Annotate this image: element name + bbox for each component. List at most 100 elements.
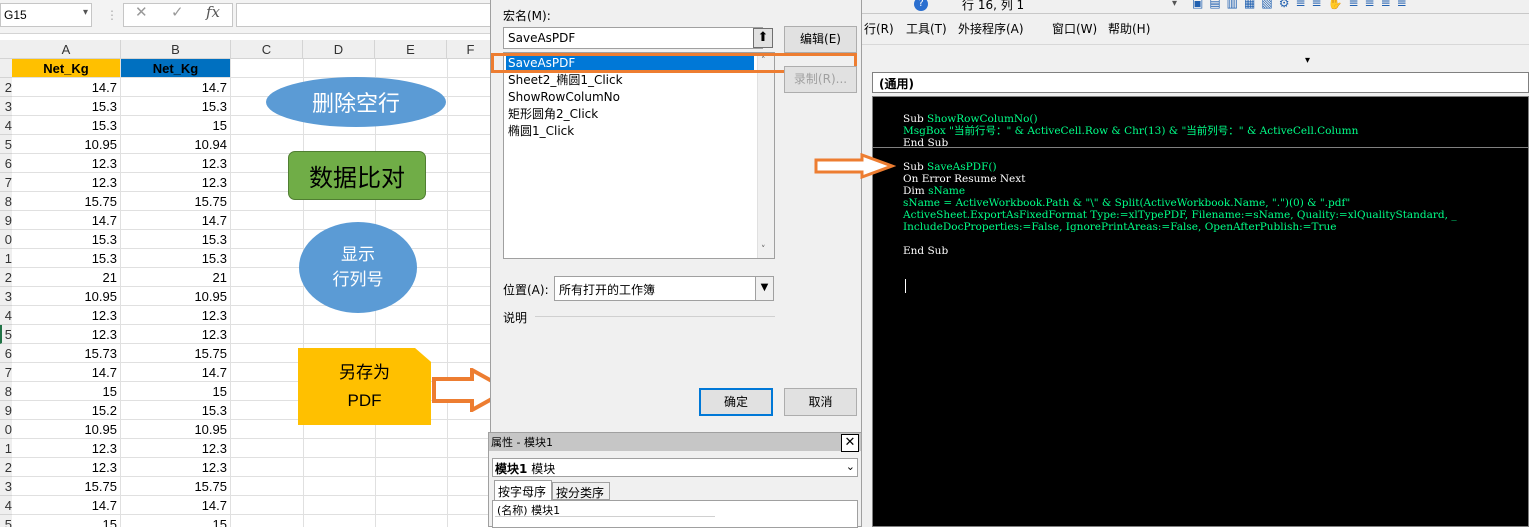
- cell-b[interactable]: 15: [121, 382, 231, 401]
- cell-b[interactable]: 14.7: [121, 363, 231, 382]
- cell-a[interactable]: 10.95: [12, 420, 121, 439]
- chevron-down-icon[interactable]: ▾: [1305, 55, 1310, 66]
- show-row-column-button[interactable]: 显示 行列号: [299, 222, 417, 313]
- cancel-icon[interactable]: ✕: [135, 3, 148, 21]
- row-header[interactable]: 1: [0, 249, 12, 268]
- macro-name-input[interactable]: SaveAsPDF: [503, 27, 763, 49]
- cell-b[interactable]: 15: [121, 515, 231, 527]
- chevron-down-icon[interactable]: ⌄: [846, 460, 855, 473]
- row-header[interactable]: 3: [0, 97, 12, 116]
- save-as-pdf-button[interactable]: 另存为 PDF: [298, 348, 431, 425]
- close-icon[interactable]: ✕: [841, 434, 859, 452]
- menu-item[interactable]: 工具(T): [906, 20, 947, 37]
- code-window[interactable]: Sub ShowRowColumNo() MsgBox "当前行号：" & Act…: [872, 96, 1529, 527]
- chevron-down-icon[interactable]: ▾: [1172, 0, 1177, 9]
- cell-b[interactable]: 15.75: [121, 344, 231, 363]
- cell-a[interactable]: 15.3: [12, 97, 121, 116]
- cell-header-b[interactable]: Net_Kg: [121, 59, 231, 78]
- tab-categorized[interactable]: 按分类序: [552, 482, 610, 500]
- cell-b[interactable]: 15.3: [121, 401, 231, 420]
- cell-b[interactable]: 12.3: [121, 325, 231, 344]
- cell-b[interactable]: 15.75: [121, 192, 231, 211]
- cell-a[interactable]: 15: [12, 382, 121, 401]
- chevron-down-icon[interactable]: ▼: [755, 277, 773, 300]
- cell-a[interactable]: 12.3: [12, 458, 121, 477]
- cell-b[interactable]: 21: [121, 268, 231, 287]
- row-header[interactable]: 5: [0, 515, 12, 527]
- macro-list-item[interactable]: 椭圆1_Click: [506, 123, 754, 140]
- cell-a[interactable]: 12.3: [12, 154, 121, 173]
- column-header-b[interactable]: B: [121, 40, 231, 59]
- cell-b[interactable]: 15.3: [121, 97, 231, 116]
- row-header[interactable]: 4: [0, 116, 12, 135]
- cell-b[interactable]: 12.3: [121, 306, 231, 325]
- cell-a[interactable]: 15.75: [12, 192, 121, 211]
- property-row[interactable]: (名称) 模块1: [495, 502, 715, 517]
- edit-button[interactable]: 编辑(E): [784, 26, 857, 53]
- cell-b[interactable]: 15.3: [121, 249, 231, 268]
- cell-a[interactable]: 14.7: [12, 496, 121, 515]
- row-header[interactable]: 8: [0, 382, 12, 401]
- cell-a[interactable]: 12.3: [12, 173, 121, 192]
- help-icon[interactable]: ?: [914, 0, 928, 11]
- row-header[interactable]: 1: [0, 439, 12, 458]
- row-header[interactable]: 6: [0, 344, 12, 363]
- formula-input[interactable]: [236, 3, 495, 27]
- row-header[interactable]: [0, 59, 12, 78]
- row-header[interactable]: 4: [0, 496, 12, 515]
- insert-function-icon[interactable]: fx: [206, 3, 220, 21]
- cell-a[interactable]: 14.7: [12, 363, 121, 382]
- tab-alphabetic[interactable]: 按字母序: [494, 480, 552, 500]
- menu-item[interactable]: 行(R): [864, 20, 894, 37]
- row-header[interactable]: 2: [0, 78, 12, 97]
- menu-item[interactable]: 帮助(H): [1108, 20, 1150, 37]
- column-header-a[interactable]: A: [12, 40, 121, 59]
- enter-icon[interactable]: ✓: [171, 3, 184, 21]
- row-header[interactable]: 2: [0, 268, 12, 287]
- cancel-button[interactable]: 取消: [784, 388, 857, 416]
- cell-a[interactable]: 14.7: [12, 78, 121, 97]
- data-compare-button[interactable]: 数据比对: [288, 151, 426, 200]
- scroll-down-icon[interactable]: ˅: [761, 245, 766, 255]
- row-header[interactable]: 2: [0, 458, 12, 477]
- macro-list-item[interactable]: ShowRowColumNo: [506, 89, 754, 106]
- cell-b[interactable]: 10.95: [121, 420, 231, 439]
- row-header[interactable]: 9: [0, 401, 12, 420]
- row-header[interactable]: 0: [0, 230, 12, 249]
- delete-blank-rows-button[interactable]: 删除空行: [266, 77, 446, 127]
- name-box[interactable]: G15 ▾: [0, 3, 92, 27]
- row-header[interactable]: 8: [0, 192, 12, 211]
- list-scrollbar[interactable]: ˄ ˅: [757, 53, 774, 258]
- macro-list-item[interactable]: Sheet2_椭圆1_Click: [506, 72, 754, 89]
- column-header-f[interactable]: F: [447, 40, 495, 59]
- cell-b[interactable]: 12.3: [121, 439, 231, 458]
- ok-button[interactable]: 确定: [699, 388, 773, 416]
- row-header[interactable]: 7: [0, 363, 12, 382]
- row-header[interactable]: 5: [0, 135, 12, 154]
- cell-b[interactable]: 14.7: [121, 496, 231, 515]
- row-header[interactable]: 6: [0, 154, 12, 173]
- cell-header-a[interactable]: Net_Kg: [12, 59, 121, 78]
- object-select[interactable]: 模块1 模块 ⌄: [492, 458, 858, 477]
- row-header[interactable]: 9: [0, 211, 12, 230]
- cell-b[interactable]: 12.3: [121, 173, 231, 192]
- menu-item[interactable]: 窗口(W): [1052, 20, 1097, 37]
- row-header[interactable]: 4: [0, 306, 12, 325]
- cell-a[interactable]: 15.73: [12, 344, 121, 363]
- object-combo[interactable]: (通用): [872, 72, 1529, 93]
- cell-a[interactable]: 15.2: [12, 401, 121, 420]
- cell-b[interactable]: 10.95: [121, 287, 231, 306]
- chevron-down-icon[interactable]: ▾: [83, 7, 88, 18]
- cell-b[interactable]: 12.3: [121, 154, 231, 173]
- row-header[interactable]: 0: [0, 420, 12, 439]
- menu-item[interactable]: 外接程序(A): [958, 20, 1024, 37]
- cell-a[interactable]: 15.75: [12, 477, 121, 496]
- cell-a[interactable]: 15.3: [12, 249, 121, 268]
- row-header[interactable]: 3: [0, 287, 12, 306]
- cell-a[interactable]: 12.3: [12, 439, 121, 458]
- cell-a[interactable]: 14.7: [12, 211, 121, 230]
- cell-b[interactable]: 15: [121, 116, 231, 135]
- cell-b[interactable]: 14.7: [121, 211, 231, 230]
- cell-a[interactable]: 12.3: [12, 325, 121, 344]
- location-select[interactable]: 所有打开的工作簿 ▼: [554, 276, 774, 301]
